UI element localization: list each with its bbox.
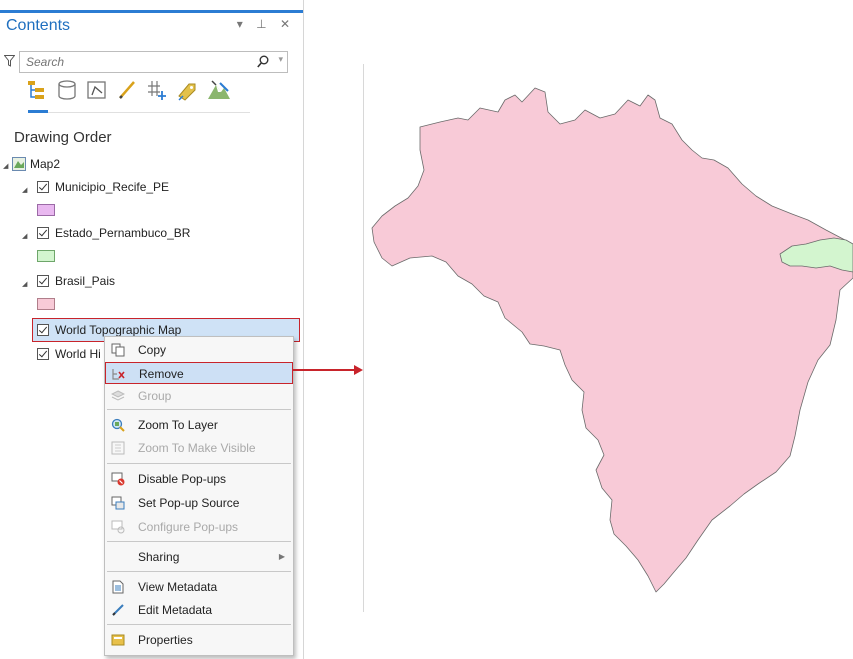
set-popup-source-icon xyxy=(111,496,125,510)
menu-item-label: Zoom To Make Visible xyxy=(138,441,256,455)
layer-visibility-checkbox[interactable] xyxy=(37,227,49,239)
menu-item-label: View Metadata xyxy=(138,580,218,594)
menu-item-view-metadata[interactable]: View Metadata xyxy=(105,576,293,598)
search-dropdown-icon[interactable]: ▾ xyxy=(278,54,283,65)
disable-popups-icon xyxy=(111,472,125,486)
active-view-indicator xyxy=(28,110,48,113)
list-by-drawing-order-icon[interactable] xyxy=(26,79,48,101)
search-input[interactable] xyxy=(26,54,236,69)
submenu-arrow-icon: ▶ xyxy=(278,552,285,561)
menu-item-zoom-to-make-visible[interactable]: Zoom To Make Visible xyxy=(105,437,293,459)
list-by-perspective-imagery-icon[interactable] xyxy=(206,79,232,101)
list-by-snapping-icon[interactable] xyxy=(146,79,168,101)
layer-name-municipio-recife[interactable]: Municipio_Recife_PE xyxy=(55,180,169,194)
menu-separator xyxy=(107,541,291,542)
zoom-to-layer-icon xyxy=(111,418,125,432)
layer-expand-toggle-icon[interactable]: ◢ xyxy=(22,186,27,194)
menu-item-label: Configure Pop-ups xyxy=(138,520,239,534)
list-by-data-source-icon[interactable] xyxy=(56,79,78,101)
layer-symbol-swatch[interactable] xyxy=(37,250,55,262)
menu-item-label: Edit Metadata xyxy=(138,603,213,617)
zoom-to-make-visible-icon xyxy=(111,441,125,455)
map-expand-toggle-icon[interactable]: ◢ xyxy=(3,162,8,170)
menu-item-sharing[interactable]: Sharing ▶ xyxy=(105,546,293,568)
configure-popups-icon xyxy=(111,520,125,534)
menu-item-set-popup-source[interactable]: Set Pop-up Source xyxy=(105,492,293,514)
layer-name-brasil-pais[interactable]: Brasil_Pais xyxy=(55,274,115,288)
map-icon xyxy=(12,157,26,171)
layer-visibility-checkbox[interactable] xyxy=(37,324,49,336)
menu-item-label: Properties xyxy=(138,633,193,647)
menu-item-properties[interactable]: Properties xyxy=(105,629,293,651)
layer-expand-toggle-icon[interactable]: ◢ xyxy=(22,232,27,240)
layer-visibility-checkbox[interactable] xyxy=(37,181,49,193)
list-by-selection-icon[interactable] xyxy=(86,79,108,101)
brazil-polygon xyxy=(371,87,853,593)
layer-expand-toggle-icon[interactable]: ◢ xyxy=(22,280,27,288)
properties-icon xyxy=(111,634,125,646)
menu-item-configure-popups[interactable]: Configure Pop-ups xyxy=(105,516,293,538)
pane-title: Contents xyxy=(6,17,71,34)
menu-item-disable-popups[interactable]: Disable Pop-ups xyxy=(105,468,293,490)
menu-item-group[interactable]: Group xyxy=(105,385,293,407)
search-icon[interactable] xyxy=(257,55,269,68)
view-metadata-icon xyxy=(112,580,124,594)
edit-metadata-icon xyxy=(112,604,124,616)
copy-icon xyxy=(111,343,125,357)
layer-visibility-checkbox[interactable] xyxy=(37,348,49,360)
menu-item-label: Zoom To Layer xyxy=(138,418,218,432)
filter-icon[interactable] xyxy=(4,55,15,67)
layer-symbol-swatch[interactable] xyxy=(37,204,55,216)
map-view[interactable] xyxy=(366,84,853,614)
menu-item-label: Disable Pop-ups xyxy=(138,472,227,486)
list-by-labeling-icon[interactable] xyxy=(176,79,198,101)
menu-item-label: Remove xyxy=(139,367,184,381)
menu-item-copy[interactable]: Copy xyxy=(105,339,293,361)
layer-name-estado-pernambuco[interactable]: Estado_Pernambuco_BR xyxy=(55,226,190,240)
map-view-divider xyxy=(363,64,364,612)
callout-arrow xyxy=(292,365,363,375)
menu-separator xyxy=(107,624,291,625)
menu-item-label: Set Pop-up Source xyxy=(138,496,240,510)
search-box[interactable]: ▾ xyxy=(19,51,288,73)
menu-item-remove[interactable]: Remove xyxy=(105,362,293,384)
menu-separator xyxy=(107,409,291,410)
menu-separator xyxy=(107,571,291,572)
menu-item-label: Copy xyxy=(138,343,167,357)
map-name[interactable]: Map2 xyxy=(30,157,60,171)
menu-separator xyxy=(107,463,291,464)
list-by-editing-icon[interactable] xyxy=(116,79,138,101)
menu-item-label: Sharing xyxy=(138,550,180,564)
layer-context-menu: Copy Remove Group Zoom To Layer Zoom To … xyxy=(104,336,294,656)
menu-item-label: Group xyxy=(138,389,172,403)
layer-name-world-hillshade[interactable]: World Hi xyxy=(55,347,101,361)
pane-window-controls[interactable]: ▾ ⊥ ✕ xyxy=(237,17,295,31)
pane-accent-bar xyxy=(0,10,303,13)
toolbar-divider xyxy=(28,112,250,113)
group-layers-icon xyxy=(111,390,125,401)
menu-item-zoom-to-layer[interactable]: Zoom To Layer xyxy=(105,414,293,436)
drawing-order-heading: Drawing Order xyxy=(14,129,112,146)
layer-visibility-checkbox[interactable] xyxy=(37,275,49,287)
layer-symbol-swatch[interactable] xyxy=(37,298,55,310)
menu-item-edit-metadata[interactable]: Edit Metadata xyxy=(105,599,293,621)
remove-layer-icon xyxy=(112,369,125,380)
layer-name-world-topographic-map[interactable]: World Topographic Map xyxy=(55,323,181,337)
